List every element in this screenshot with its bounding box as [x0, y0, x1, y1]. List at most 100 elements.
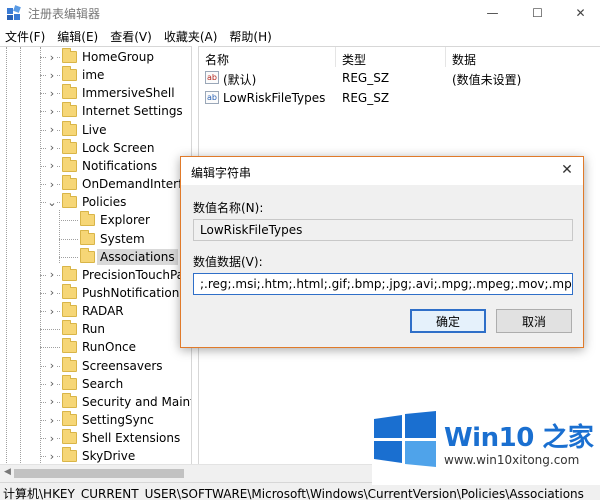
folder-icon — [62, 356, 77, 372]
menu-help[interactable]: 帮助(H) — [224, 26, 278, 46]
tree-item-security-and-maint[interactable]: Security and Maint — [62, 392, 192, 411]
tree-item-shell-extensions[interactable]: Shell Extensions — [62, 429, 180, 447]
tree-item-ondemandinterfac[interactable]: OnDemandInterfac — [62, 175, 192, 193]
folder-icon — [62, 84, 77, 100]
chevron-right-icon[interactable]: › — [47, 66, 57, 85]
value-row-default[interactable]: ab (默认) REG_SZ (数值未设置) — [199, 69, 600, 87]
tree-item-label: Security and Maint — [82, 394, 192, 409]
tree-item-policies[interactable]: Policies — [62, 193, 126, 211]
tree-item-label: OnDemandInterfac — [82, 177, 192, 192]
tree-item-associations[interactable]: Associations — [80, 247, 178, 266]
tree-item-lock-screen[interactable]: Lock Screen — [62, 138, 155, 157]
registry-tree[interactable]: › HomeGroup › ime › ImmersiveShell › Internet S… — [0, 46, 192, 464]
menu-bar: 文件(F) 编辑(E) 查看(V) 收藏夹(A) 帮助(H) — [0, 26, 600, 46]
maximize-button[interactable]: ☐ — [515, 0, 560, 26]
column-divider[interactable] — [335, 47, 336, 67]
chevron-right-icon[interactable]: › — [47, 411, 57, 429]
column-divider[interactable] — [445, 47, 446, 67]
tree-item-notifications[interactable]: Notifications — [62, 156, 157, 175]
folder-icon — [62, 320, 77, 336]
folder-icon — [62, 156, 77, 172]
column-header-name[interactable]: 名称 — [205, 51, 229, 68]
chevron-right-icon[interactable]: › — [47, 265, 57, 284]
menu-view[interactable]: 查看(V) — [105, 26, 159, 46]
windows-logo-icon — [374, 411, 436, 467]
watermark-brand: Win10 之家 — [444, 423, 594, 453]
tree-item-explorer[interactable]: Explorer — [80, 211, 150, 229]
chevron-right-icon[interactable]: › — [47, 392, 57, 411]
tree-item-ime[interactable]: ime — [62, 66, 104, 84]
chevron-right-icon[interactable]: › — [47, 302, 57, 321]
tree-connector-line — [59, 238, 78, 240]
chevron-right-icon[interactable]: › — [47, 138, 57, 157]
tree-item-immersiveshell[interactable]: ImmersiveShell — [62, 84, 175, 102]
folder-icon — [62, 120, 77, 136]
folder-icon — [80, 247, 95, 263]
chevron-right-icon[interactable]: › — [47, 156, 57, 175]
tree-guide-line — [59, 210, 60, 263]
tree-item-label: Lock Screen — [82, 140, 155, 155]
folder-icon — [80, 229, 95, 245]
tree-item-label: Shell Extensions — [82, 431, 181, 446]
tree-item-label: Explorer — [100, 213, 150, 228]
tree-item-run[interactable]: Run — [62, 320, 105, 338]
tree-item-live[interactable]: Live — [62, 120, 107, 139]
chevron-right-icon[interactable]: › — [47, 120, 57, 139]
tree-guide-line — [6, 47, 7, 464]
folder-icon — [62, 374, 77, 390]
tree-item-label: Internet Settings — [82, 104, 183, 119]
value-row-lowriskfiletypes[interactable]: ab LowRiskFileTypes REG_SZ — [199, 89, 600, 107]
tree-item-pushnotifications[interactable]: PushNotifications — [62, 283, 186, 302]
folder-icon — [62, 338, 77, 354]
tree-item-system[interactable]: System — [80, 229, 145, 248]
tree-item-label: Screensavers — [82, 358, 163, 373]
tree-item-label: RADAR — [82, 304, 124, 319]
folder-icon — [62, 138, 77, 154]
tree-item-runonce[interactable]: RunOnce — [62, 338, 136, 356]
dialog-close-button[interactable]: ✕ — [557, 161, 577, 179]
tree-item-internet-settings[interactable]: Internet Settings — [62, 102, 183, 120]
chevron-right-icon[interactable]: › — [47, 175, 57, 194]
chevron-right-icon[interactable]: › — [47, 48, 57, 66]
minimize-button[interactable]: — — [470, 0, 515, 26]
value-data-input[interactable]: ;.reg;.msi;.htm;.html;.gif;.bmp;.jpg;.av… — [193, 273, 573, 295]
close-icon: ✕ — [575, 6, 586, 20]
chevron-right-icon[interactable]: › — [47, 356, 57, 375]
string-value-icon: ab — [205, 71, 219, 84]
chevron-right-icon[interactable]: › — [47, 374, 57, 393]
tree-item-search[interactable]: Search — [62, 374, 123, 393]
cancel-button[interactable]: 取消 — [496, 309, 572, 333]
tree-guide-line — [20, 47, 21, 464]
menu-favorites[interactable]: 收藏夹(A) — [159, 26, 225, 46]
chevron-right-icon[interactable]: › — [47, 283, 57, 302]
chevron-right-icon[interactable]: › — [47, 84, 57, 103]
tree-item-radar[interactable]: RADAR — [62, 302, 124, 320]
chevron-right-icon[interactable]: › — [47, 447, 57, 464]
ok-button[interactable]: 确定 — [410, 309, 486, 333]
tree-item-label: ImmersiveShell — [82, 86, 175, 101]
tree-item-settingsync[interactable]: SettingSync — [62, 411, 154, 429]
dialog-body: 数值名称(N): LowRiskFileTypes 数值数据(V): ;.reg… — [181, 185, 583, 347]
menu-edit[interactable]: 编辑(E) — [52, 26, 105, 46]
dialog-title: 编辑字符串 — [191, 166, 252, 180]
chevron-right-icon[interactable]: › — [47, 429, 57, 448]
value-data-label: 数值数据(V): — [193, 255, 263, 269]
edit-string-dialog: 编辑字符串 ✕ 数值名称(N): LowRiskFileTypes 数值数据(V… — [180, 156, 584, 348]
tree-item-screensavers[interactable]: Screensavers — [62, 356, 163, 375]
column-header-data[interactable]: 数据 — [452, 51, 476, 68]
tree-item-homegroup[interactable]: HomeGroup — [62, 48, 154, 66]
column-header-type[interactable]: 类型 — [342, 51, 366, 68]
tree-item-label: Run — [82, 322, 106, 337]
scroll-thumb[interactable] — [14, 469, 184, 478]
tree-item-skydrive[interactable]: SkyDrive — [62, 447, 135, 464]
list-header: 名称 类型 数据 — [199, 47, 600, 67]
tree-item-precisiontouchpac[interactable]: PrecisionTouchPac — [62, 265, 191, 284]
folder-icon — [62, 175, 77, 191]
chevron-down-icon[interactable]: ⌄ — [47, 193, 57, 212]
menu-file[interactable]: 文件(F) — [0, 26, 52, 46]
chevron-right-icon[interactable]: › — [47, 102, 57, 121]
scroll-left-icon[interactable]: ◀ — [4, 467, 11, 477]
title-bar: 注册表编辑器 — ☐ ✕ — [0, 0, 600, 26]
tree-item-label: ime — [82, 68, 105, 83]
close-window-button[interactable]: ✕ — [558, 0, 600, 26]
